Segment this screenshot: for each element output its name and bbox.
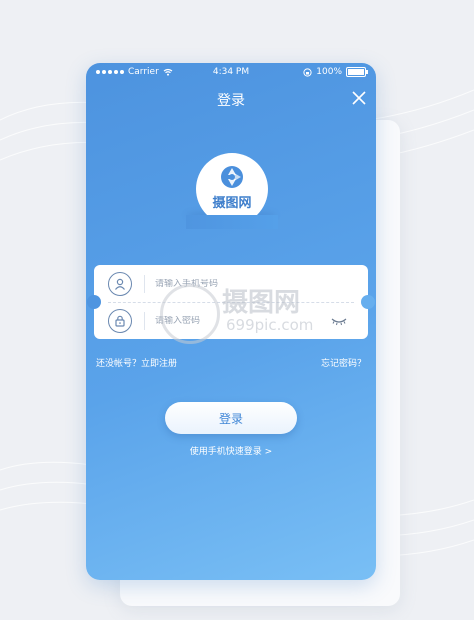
lock-icon	[108, 308, 132, 333]
eye-closed-icon[interactable]	[330, 316, 348, 326]
password-input[interactable]	[155, 315, 330, 326]
phone-login-link[interactable]: 使用手机快速登录 >	[86, 444, 376, 457]
password-row	[108, 302, 354, 339]
logo-text: 摄图网	[212, 196, 252, 211]
user-icon	[108, 271, 132, 296]
status-bar: Carrier 4:34 PM 100%	[86, 63, 376, 81]
battery-icon	[346, 67, 368, 77]
phone-input[interactable]	[155, 278, 354, 289]
aperture-icon	[221, 166, 243, 188]
register-link[interactable]: 还没帐号？立即注册	[96, 356, 177, 369]
forgot-password-link[interactable]: 忘记密码？	[321, 356, 366, 369]
phone-screen: Carrier 4:34 PM 100% 登录 摄图网 请输入手机号码 还没帐号…	[86, 63, 376, 580]
battery-percent: 100%	[316, 67, 342, 77]
login-button[interactable]: 登录	[165, 402, 297, 434]
page-title: 登录	[217, 93, 245, 109]
lock-rotation-icon	[303, 67, 312, 77]
close-icon[interactable]	[350, 89, 368, 107]
login-form	[87, 265, 375, 339]
app-logo: 摄图网	[186, 153, 278, 229]
phone-row	[108, 265, 354, 302]
